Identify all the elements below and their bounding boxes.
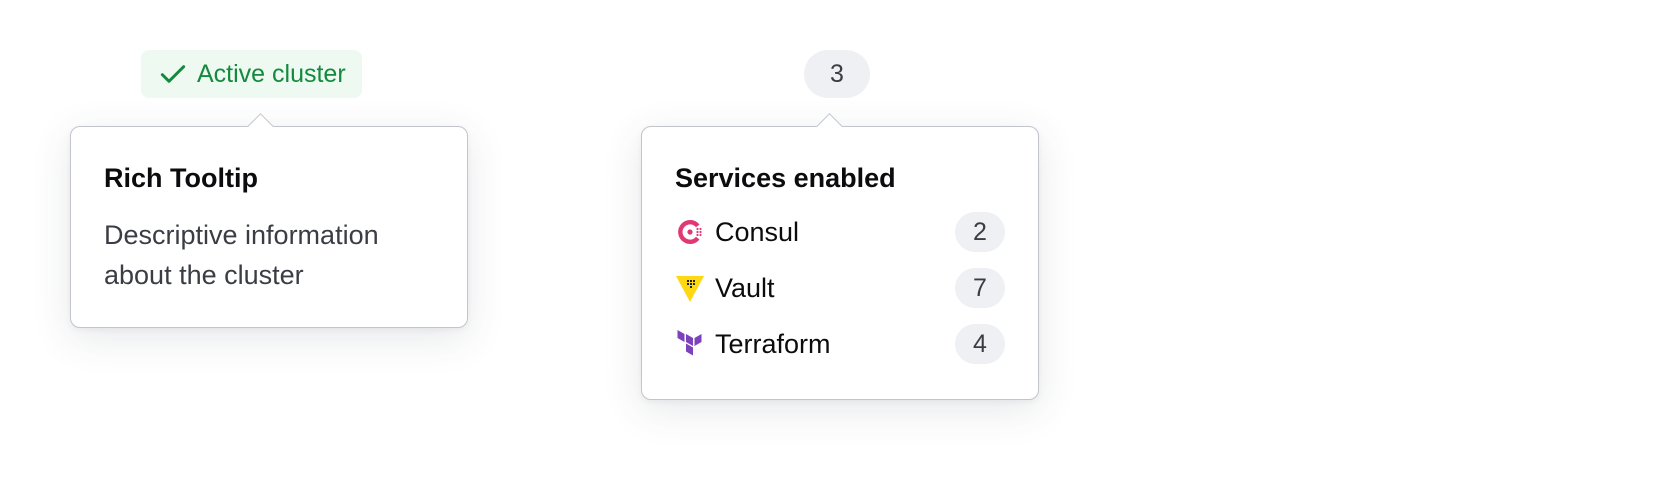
- consul-logo-icon: [675, 217, 705, 247]
- service-name: Consul: [715, 216, 800, 247]
- rich-tooltip: Rich Tooltip Descriptive information abo…: [70, 113, 468, 328]
- services-tooltip: Services enabled Consul 2 Vault 7 Terraf…: [641, 113, 1039, 400]
- tooltip-title: Rich Tooltip: [104, 163, 258, 193]
- terraform-logo-icon: [675, 329, 705, 359]
- service-count-badge: 7: [955, 268, 1005, 308]
- check-icon: [157, 58, 189, 90]
- tooltip-arrow: [816, 113, 843, 140]
- vault-logo-icon: [675, 273, 705, 303]
- service-count-badge: 2: [955, 212, 1005, 252]
- service-name: Terraform: [715, 328, 831, 359]
- list-item: Consul 2: [675, 212, 1005, 252]
- tooltip-arrow: [247, 113, 274, 140]
- active-cluster-badge[interactable]: Active cluster: [141, 50, 362, 98]
- service-count-badge: 4: [955, 324, 1005, 364]
- tooltip-description: Descriptive information about the cluste…: [104, 220, 379, 290]
- list-item: Vault 7: [675, 268, 1005, 308]
- tooltip-title: Services enabled: [675, 163, 896, 193]
- service-name: Vault: [715, 272, 775, 303]
- list-item: Terraform 4: [675, 324, 1005, 364]
- active-cluster-label: Active cluster: [197, 59, 346, 88]
- services-list: Consul 2 Vault 7 Terraform 4: [675, 212, 1005, 364]
- services-count-badge[interactable]: 3: [804, 50, 870, 98]
